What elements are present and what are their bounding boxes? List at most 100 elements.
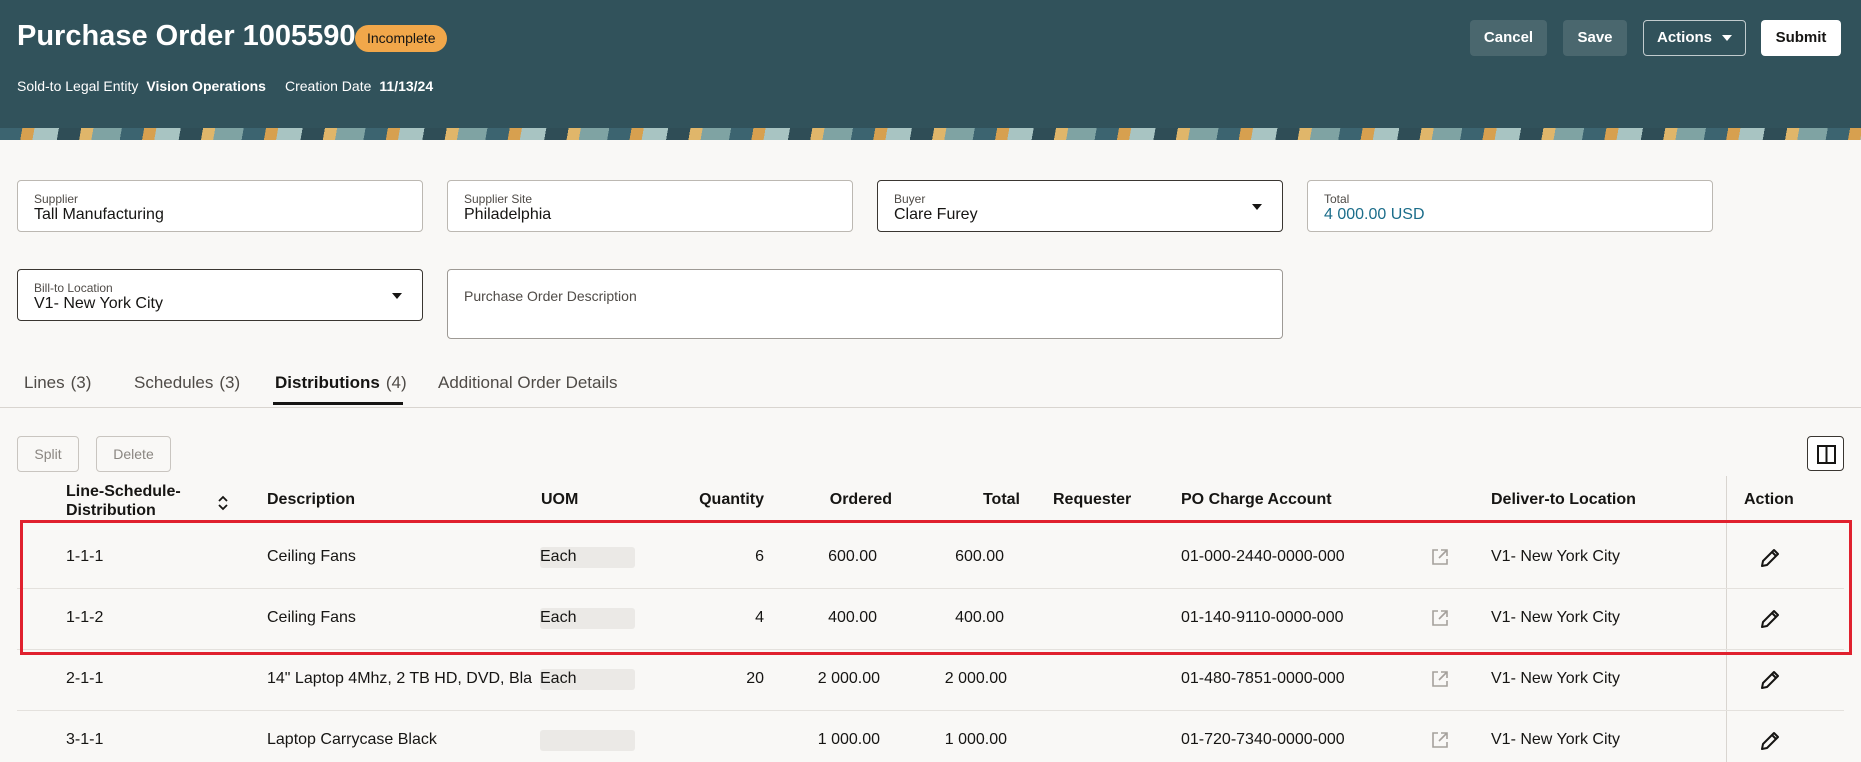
cell-deliver-to: V1- New York City xyxy=(1491,609,1620,626)
uom-field[interactable]: Each xyxy=(540,547,635,568)
creation-date-label: Creation Date xyxy=(285,78,372,94)
col-header-ordered[interactable]: Ordered xyxy=(792,491,892,509)
tab-additional-label: Additional Order Details xyxy=(438,373,618,392)
buyer-value: Clare Furey xyxy=(894,206,978,223)
cell-ordered: 400.00 xyxy=(828,609,877,626)
tab-schedules-count: (3) xyxy=(219,373,241,392)
uom-field[interactable]: Each xyxy=(540,608,635,629)
column-layout-button[interactable] xyxy=(1807,436,1844,471)
external-link-icon[interactable] xyxy=(1429,546,1451,568)
cell-description: Laptop Carrycase Black xyxy=(267,731,437,748)
cell-deliver-to: V1- New York City xyxy=(1491,731,1620,748)
bill-to-location-select[interactable]: Bill-to Location V1- New York City xyxy=(17,269,423,321)
external-link-icon[interactable] xyxy=(1429,668,1451,690)
col-header-description[interactable]: Description xyxy=(267,491,355,509)
cell-quantity: 6 xyxy=(755,548,764,565)
total-label: Total xyxy=(1324,192,1350,206)
uom-field[interactable]: Each xyxy=(540,669,635,690)
col-header-total[interactable]: Total xyxy=(920,491,1020,509)
tab-lines[interactable]: Lines (3) xyxy=(24,373,91,393)
pencil-icon[interactable] xyxy=(1757,545,1783,571)
active-tab-indicator xyxy=(273,402,403,405)
po-description-label: Purchase Order Description xyxy=(464,288,637,304)
external-link-icon[interactable] xyxy=(1429,729,1451,751)
actions-label: Actions xyxy=(1656,29,1712,46)
cell-uom: Each xyxy=(540,548,577,565)
table-row[interactable]: 3-1-1 Laptop Carrycase Black 1 000.00 1 … xyxy=(17,711,1844,762)
cancel-button[interactable]: Cancel xyxy=(1470,20,1547,56)
sold-to-value: Vision Operations xyxy=(146,78,266,94)
sold-to-legal-entity: Sold-to Legal Entity Vision Operations xyxy=(17,78,266,94)
cell-line: 2-1-1 xyxy=(66,670,104,687)
pencil-icon[interactable] xyxy=(1757,606,1783,632)
col-header-requester[interactable]: Requester xyxy=(1053,491,1131,509)
bill-to-label: Bill-to Location xyxy=(34,281,113,295)
cell-po-charge-account: 01-000-2440-0000-000 xyxy=(1181,548,1345,565)
cell-ordered: 600.00 xyxy=(828,548,877,565)
split-button[interactable]: Split xyxy=(17,436,79,472)
table-row[interactable]: 2-1-1 14" Laptop 4Mhz, 2 TB HD, DVD, Bla… xyxy=(17,650,1844,711)
chevron-down-icon[interactable] xyxy=(392,293,402,299)
header-banner-pattern xyxy=(0,128,1861,140)
table-row[interactable]: 1-1-2 Ceiling Fans Each 4 400.00 400.00 … xyxy=(17,589,1844,650)
pencil-icon[interactable] xyxy=(1757,728,1783,754)
sort-icon[interactable] xyxy=(216,492,230,514)
chevron-down-icon xyxy=(1722,35,1732,42)
supplier-label: Supplier xyxy=(34,192,79,206)
bill-to-value: V1- New York City xyxy=(34,295,163,312)
tab-lines-label: Lines xyxy=(24,373,65,392)
table-row[interactable]: 1-1-1 Ceiling Fans Each 6 600.00 600.00 … xyxy=(17,528,1844,589)
col-header-po-charge-account[interactable]: PO Charge Account xyxy=(1181,491,1332,509)
cell-description: Ceiling Fans xyxy=(267,548,356,565)
cell-ordered: 2 000.00 xyxy=(817,670,880,687)
chevron-down-icon[interactable] xyxy=(1252,204,1262,210)
tab-distributions-label: Distributions xyxy=(275,373,380,392)
cell-line: 1-1-2 xyxy=(66,609,104,626)
total-field: Total 4 000.00 USD xyxy=(1307,180,1713,232)
col-header-quantity[interactable]: Quantity xyxy=(664,491,764,509)
cell-description: 14" Laptop 4Mhz, 2 TB HD, DVD, Bla xyxy=(267,670,533,687)
supplier-site-field[interactable]: Supplier Site Philadelphia xyxy=(447,180,853,232)
supplier-value: Tall Manufacturing xyxy=(34,206,164,223)
submit-button[interactable]: Submit xyxy=(1761,20,1841,56)
col-header-line-schedule-distribution[interactable]: Line-Schedule- Distribution xyxy=(66,482,181,520)
cell-po-charge-account: 01-720-7340-0000-000 xyxy=(1181,731,1345,748)
supplier-field[interactable]: Supplier Tall Manufacturing xyxy=(17,180,423,232)
cell-uom: Each xyxy=(540,670,577,687)
po-description-field[interactable]: Purchase Order Description xyxy=(447,269,1283,339)
uom-field[interactable] xyxy=(540,730,635,751)
actions-menu-button[interactable]: Actions xyxy=(1643,20,1746,56)
tab-distributions[interactable]: Distributions (4) xyxy=(275,373,407,393)
cell-uom: Each xyxy=(540,609,577,626)
page-title: Purchase Order 1005590 xyxy=(17,20,356,52)
cell-total: 400.00 xyxy=(955,609,1004,626)
cell-po-charge-account: 01-140-9110-0000-000 xyxy=(1181,609,1344,626)
sold-to-label: Sold-to Legal Entity xyxy=(17,78,139,94)
columns-icon xyxy=(1817,445,1836,464)
tab-distributions-count: (4) xyxy=(385,373,407,392)
tab-lines-count: (3) xyxy=(70,373,92,392)
col-header-action: Action xyxy=(1744,491,1794,508)
col-header-deliver-to-location[interactable]: Deliver-to Location xyxy=(1491,491,1636,509)
col-header-uom[interactable]: UOM xyxy=(541,491,578,509)
cell-deliver-to: V1- New York City xyxy=(1491,548,1620,565)
external-link-icon[interactable] xyxy=(1429,607,1451,629)
status-badge: Incomplete xyxy=(355,25,448,52)
tab-schedules-label: Schedules xyxy=(134,373,214,392)
cell-line: 1-1-1 xyxy=(66,548,104,565)
cell-po-charge-account: 01-480-7851-0000-000 xyxy=(1181,670,1345,687)
save-button[interactable]: Save xyxy=(1563,20,1627,56)
cell-line: 3-1-1 xyxy=(66,731,104,748)
pencil-icon[interactable] xyxy=(1757,667,1783,693)
total-value[interactable]: 4 000.00 USD xyxy=(1324,206,1425,224)
tab-schedules[interactable]: Schedules (3) xyxy=(134,373,240,393)
cell-total: 2 000.00 xyxy=(944,670,1007,687)
cell-ordered: 1 000.00 xyxy=(817,731,880,748)
cell-deliver-to: V1- New York City xyxy=(1491,670,1620,687)
buyer-select[interactable]: Buyer Clare Furey xyxy=(877,180,1283,232)
supplier-site-value: Philadelphia xyxy=(464,206,552,223)
tab-additional-order-details[interactable]: Additional Order Details xyxy=(438,373,618,393)
delete-button[interactable]: Delete xyxy=(96,436,171,472)
creation-date-value: 11/13/24 xyxy=(379,78,434,94)
cell-quantity: 4 xyxy=(755,609,764,626)
